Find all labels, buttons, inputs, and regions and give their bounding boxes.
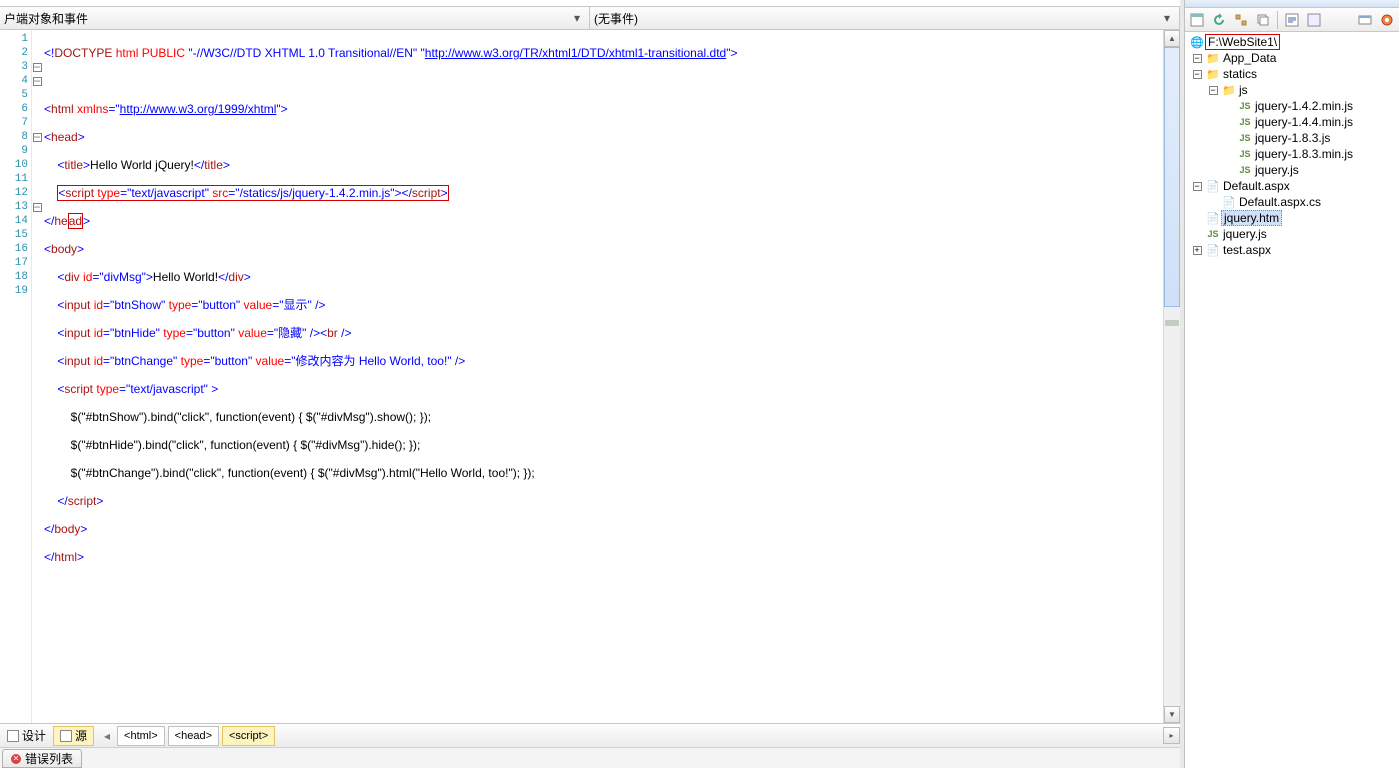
js-icon: JS [1237, 115, 1253, 129]
vertical-scrollbar[interactable]: ▲ ▼ [1163, 30, 1180, 723]
tree-folder-statics[interactable]: − 📁 statics [1185, 66, 1399, 82]
chevron-down-icon[interactable]: ▾ [569, 10, 585, 26]
scroll-down-icon[interactable]: ▼ [1164, 706, 1180, 723]
collapse-icon[interactable]: − [1193, 54, 1202, 63]
solution-toolbar [1185, 8, 1399, 32]
error-list-label: 错误列表 [25, 750, 73, 767]
breadcrumb-html[interactable]: <html> [117, 726, 165, 746]
js-icon: JS [1205, 227, 1221, 241]
properties-icon[interactable] [1187, 10, 1207, 30]
fold-toggle[interactable]: − [33, 63, 42, 72]
editor-pane: ▾ (无事件) ▾ 12345678910111213141516171819 … [0, 0, 1184, 768]
tree-file-default[interactable]: − 📄 Default.aspx [1185, 178, 1399, 194]
panel-header [1185, 0, 1399, 8]
design-view-button[interactable]: 设计 [0, 726, 53, 746]
tree-file-test[interactable]: + 📄 test.aspx [1185, 242, 1399, 258]
fold-toggle[interactable]: − [33, 77, 42, 86]
source-view-button[interactable]: 源 [53, 726, 94, 746]
fold-column: − − − − [32, 30, 42, 723]
code-body[interactable]: <!DOCTYPE html PUBLIC "-//W3C//DTD XHTML… [42, 30, 1163, 723]
tree-folder-js[interactable]: − 📁 js [1185, 82, 1399, 98]
folder-icon: 📁 [1205, 67, 1221, 81]
breadcrumb-script[interactable]: <script> [222, 726, 275, 746]
tree-file[interactable]: JSjquery-1.8.3.js [1185, 130, 1399, 146]
breadcrumb-prev-icon[interactable]: ◂ [100, 729, 114, 743]
collapse-icon[interactable]: − [1193, 182, 1202, 191]
chevron-down-icon[interactable]: ▾ [1159, 10, 1175, 26]
design-icon [7, 730, 19, 742]
view-designer-icon[interactable] [1304, 10, 1324, 30]
nest-icon[interactable] [1231, 10, 1251, 30]
tree-file[interactable]: JSjquery.js [1185, 226, 1399, 242]
tree-file[interactable]: JSjquery-1.4.2.min.js [1185, 98, 1399, 114]
js-icon: JS [1237, 147, 1253, 161]
object-dropdown-value[interactable] [4, 11, 569, 25]
refresh-icon[interactable] [1209, 10, 1229, 30]
scroll-mark [1165, 320, 1179, 326]
fold-toggle[interactable]: − [33, 203, 42, 212]
globe-icon: 🌐 [1189, 35, 1205, 49]
line-gutter: 12345678910111213141516171819 [0, 30, 32, 723]
tree-root[interactable]: 🌐 F:\WebSite1\ [1185, 34, 1399, 50]
tree-file-jquery-htm[interactable]: 📄jquery.htm [1185, 210, 1399, 226]
tree-file[interactable]: JSjquery-1.8.3.min.js [1185, 146, 1399, 162]
fold-toggle[interactable]: − [33, 133, 42, 142]
scroll-right-icon[interactable]: ▸ [1163, 727, 1180, 744]
scroll-up-icon[interactable]: ▲ [1164, 30, 1180, 47]
tree-file[interactable]: 📄Default.aspx.cs [1185, 194, 1399, 210]
aspx-icon: 📄 [1205, 179, 1221, 193]
html-icon: 📄 [1205, 211, 1221, 225]
tree-folder-appdata[interactable]: − 📁 App_Data [1185, 50, 1399, 66]
tree-file[interactable]: JSjquery.js [1185, 162, 1399, 178]
aspx-icon: 📄 [1205, 243, 1221, 257]
js-icon: JS [1237, 99, 1253, 113]
copy-site-icon[interactable] [1355, 10, 1375, 30]
collapse-icon[interactable]: − [1193, 70, 1202, 79]
collapse-icon[interactable]: − [1209, 86, 1218, 95]
view-code-icon[interactable] [1282, 10, 1302, 30]
source-icon [60, 730, 72, 742]
folder-icon: 📁 [1221, 83, 1237, 97]
error-icon: ✕ [11, 754, 21, 764]
code-editor[interactable]: 12345678910111213141516171819 − − − − <!… [0, 30, 1180, 723]
js-icon: JS [1237, 131, 1253, 145]
scroll-thumb[interactable] [1164, 47, 1180, 307]
event-dropdown-value: (无事件) [594, 10, 638, 27]
view-breadcrumb-bar: 设计 源 ◂ <html> <head> <script> ▸ [0, 723, 1180, 747]
object-dropdown[interactable]: ▾ [0, 7, 590, 29]
context-dropdowns: ▾ (无事件) ▾ [0, 6, 1180, 30]
solution-explorer: 🌐 F:\WebSite1\ − 📁 App_Data − 📁 statics … [1184, 0, 1399, 768]
js-icon: JS [1237, 163, 1253, 177]
highlighted-script-tag: <script type="text/javascript" src="/sta… [57, 185, 448, 201]
file-tree[interactable]: 🌐 F:\WebSite1\ − 📁 App_Data − 📁 statics … [1185, 32, 1399, 768]
event-dropdown[interactable]: (无事件) ▾ [590, 7, 1180, 29]
folder-icon: 📁 [1205, 51, 1221, 65]
copy-icon[interactable] [1253, 10, 1273, 30]
expand-icon[interactable]: + [1193, 246, 1202, 255]
breadcrumb-head[interactable]: <head> [168, 726, 219, 746]
error-list-tab[interactable]: ✕ 错误列表 [2, 749, 82, 768]
bottom-panel-tabs: ✕ 错误列表 [0, 747, 1180, 768]
cs-icon: 📄 [1221, 195, 1237, 209]
config-icon[interactable] [1377, 10, 1397, 30]
tree-file[interactable]: JSjquery-1.4.4.min.js [1185, 114, 1399, 130]
